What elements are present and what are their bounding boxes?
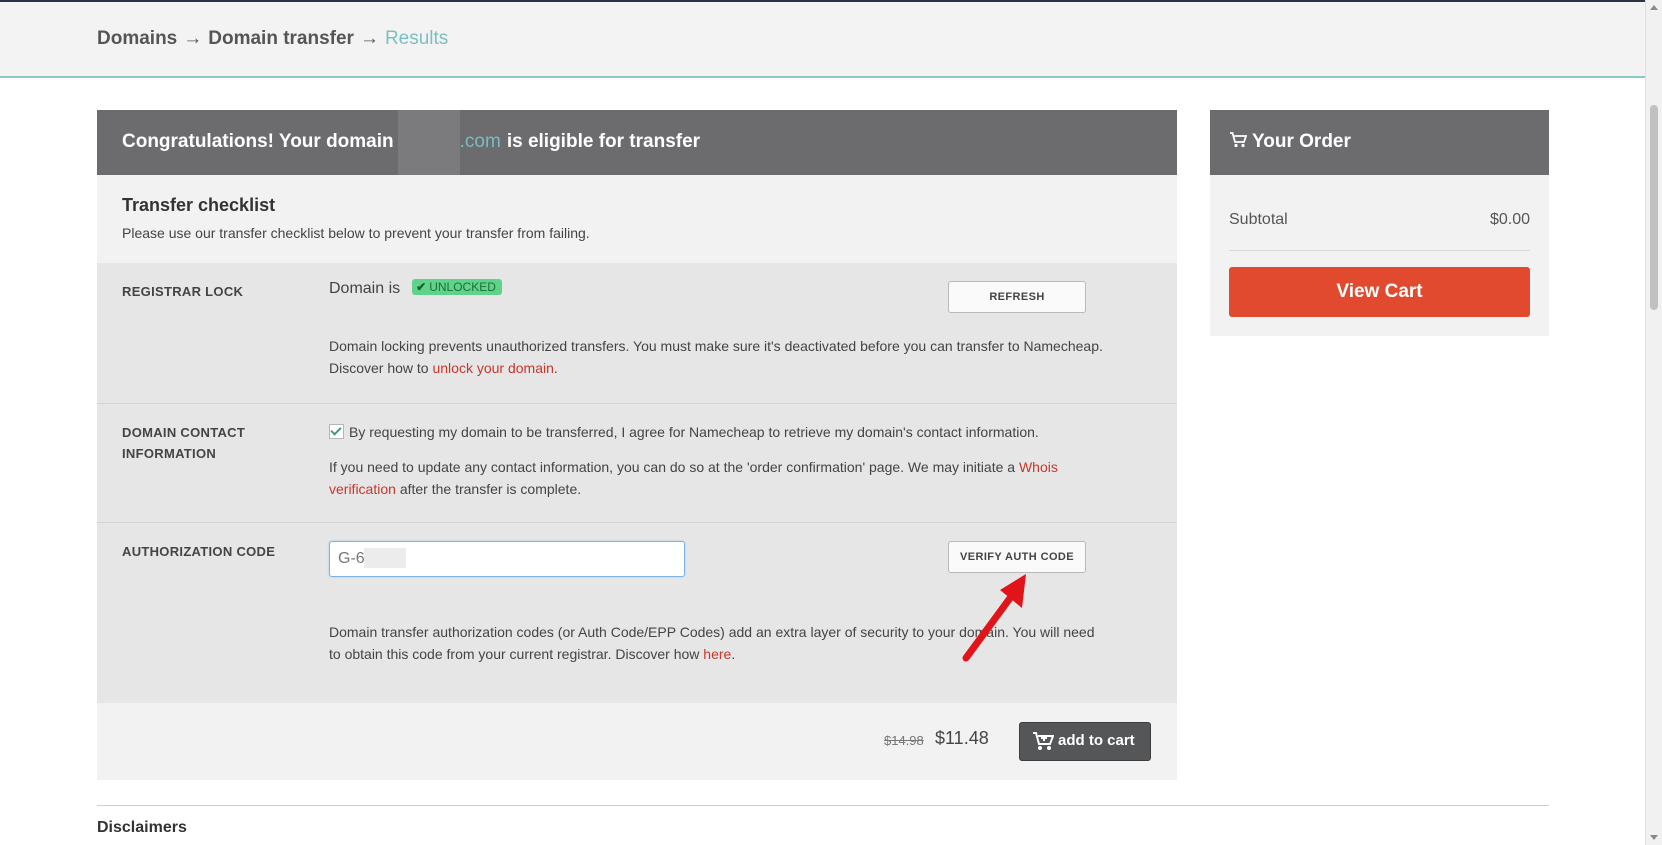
add-to-cart-button[interactable]: add to cart <box>1019 722 1151 761</box>
old-price: $14.98 <box>884 733 924 748</box>
breadcrumb-separator: → <box>359 28 379 49</box>
divider <box>1229 250 1530 251</box>
check-icon: ✔ <box>416 280 427 294</box>
redacted-domain-name <box>397 110 460 175</box>
contact-note-suffix: after the transfer is complete. <box>399 481 582 497</box>
breadcrumb-separator: → <box>183 28 203 49</box>
contact-note-text: If you need to update any contact inform… <box>329 459 1016 475</box>
contact-agree: By requesting my domain to be transferre… <box>329 421 1129 443</box>
domain-tld: .com <box>459 131 501 152</box>
verify-auth-code-button[interactable]: VERIFY AUTH CODE <box>948 541 1086 573</box>
breadcrumb-current: Results <box>384 28 449 49</box>
eligibility-header: Congratulations! Your domain .com is eligi… <box>97 110 1177 175</box>
contact-info-label-line2: INFORMATION <box>122 446 217 461</box>
scroll-up-icon[interactable] <box>1650 5 1658 10</box>
auth-code-row: AUTHORIZATION CODE G-6 VERIFY AUTH CODE … <box>97 523 1177 704</box>
auth-description-suffix: . <box>731 646 736 662</box>
registrar-lock-label: REGISTRAR LOCK <box>122 284 244 299</box>
registrar-lock-row: REGISTRAR LOCK Domain is ✔ UNLOCKED REFRES… <box>97 263 1177 404</box>
divider <box>97 805 1549 806</box>
checklist-subtitle: Please use our transfer checklist below … <box>122 225 590 241</box>
unlocked-badge: ✔ UNLOCKED <box>412 279 502 295</box>
checklist-intro: Transfer checklist Please use our transf… <box>97 175 1177 264</box>
order-title: Your Order <box>1252 131 1351 152</box>
checklist-title: Transfer checklist <box>122 195 276 215</box>
contact-info-label-line1: DOMAIN CONTACT <box>122 425 246 440</box>
auth-code-input[interactable]: G-6 <box>329 541 685 577</box>
auth-code-value: G-6 <box>338 550 365 567</box>
pricing-row: $14.98 $11.48 add to cart <box>97 703 1177 780</box>
subtotal-value: $0.00 <box>1489 211 1530 228</box>
unlocked-badge-label: UNLOCKED <box>429 280 496 294</box>
scroll-thumb[interactable] <box>1650 105 1658 310</box>
header-title-prefix: Congratulations! Your domain <box>122 131 394 152</box>
transfer-card: Congratulations! Your domain .com is eligi… <box>97 110 1177 790</box>
auth-code-description: Domain transfer authorization codes (or … <box>329 621 1129 665</box>
lock-description: Domain locking prevents unauthorized tra… <box>329 335 1129 379</box>
cart-icon <box>1229 132 1248 154</box>
contact-note: If you need to update any contact inform… <box>329 456 1129 500</box>
auth-code-help-link[interactable]: here <box>703 646 731 662</box>
agree-checkbox[interactable] <box>329 424 344 439</box>
agree-text: By requesting my domain to be transferre… <box>349 424 1039 440</box>
disclaimers-heading: Disclaimers <box>97 819 187 836</box>
lock-discover-suffix: . <box>553 360 558 376</box>
contact-info-row: DOMAIN CONTACT INFORMATION By requesting… <box>97 404 1177 523</box>
breadcrumb-domains[interactable]: Domains <box>97 28 177 49</box>
header-title-suffix: is eligible for transfer <box>506 131 701 152</box>
auth-description-line1: Domain transfer authorization codes (or … <box>329 624 1095 640</box>
whois-verification-link[interactable]: verification <box>329 481 396 497</box>
vertical-scrollbar[interactable] <box>1645 0 1662 845</box>
order-header: Your Order <box>1210 110 1549 175</box>
order-body: Subtotal $0.00 View Cart <box>1210 175 1549 336</box>
scroll-down-icon[interactable] <box>1650 835 1658 840</box>
breadcrumb: Domains → Domain transfer → Results <box>97 28 448 50</box>
lock-status-prefix: Domain is <box>329 280 401 297</box>
whois-link[interactable]: Whois <box>1019 459 1058 475</box>
unlock-domain-link[interactable]: unlock your domain <box>432 360 553 376</box>
refresh-button[interactable]: REFRESH <box>948 281 1086 313</box>
subtotal-label: Subtotal <box>1229 211 1288 228</box>
lock-status: Domain is ✔ UNLOCKED <box>329 278 502 300</box>
auth-description-line2: to obtain this code from your current re… <box>329 646 700 662</box>
breadcrumb-domain-transfer[interactable]: Domain transfer <box>208 28 354 49</box>
lock-discover-prefix: Discover how to <box>329 360 429 376</box>
breadcrumb-bar: Domains → Domain transfer → Results <box>0 2 1645 78</box>
new-price: $11.48 <box>935 728 989 748</box>
lock-description-text: Domain locking prevents unauthorized tra… <box>329 338 1103 354</box>
view-cart-button[interactable]: View Cart <box>1229 267 1530 317</box>
auth-code-label: AUTHORIZATION CODE <box>122 544 276 559</box>
cart-icon <box>1032 731 1055 755</box>
contact-info-label: DOMAIN CONTACT INFORMATION <box>122 422 245 464</box>
order-panel: Your Order Subtotal $0.00 View Cart <box>1210 110 1549 336</box>
redacted-auth-code <box>364 548 406 568</box>
add-to-cart-label: add to cart <box>1058 732 1135 749</box>
